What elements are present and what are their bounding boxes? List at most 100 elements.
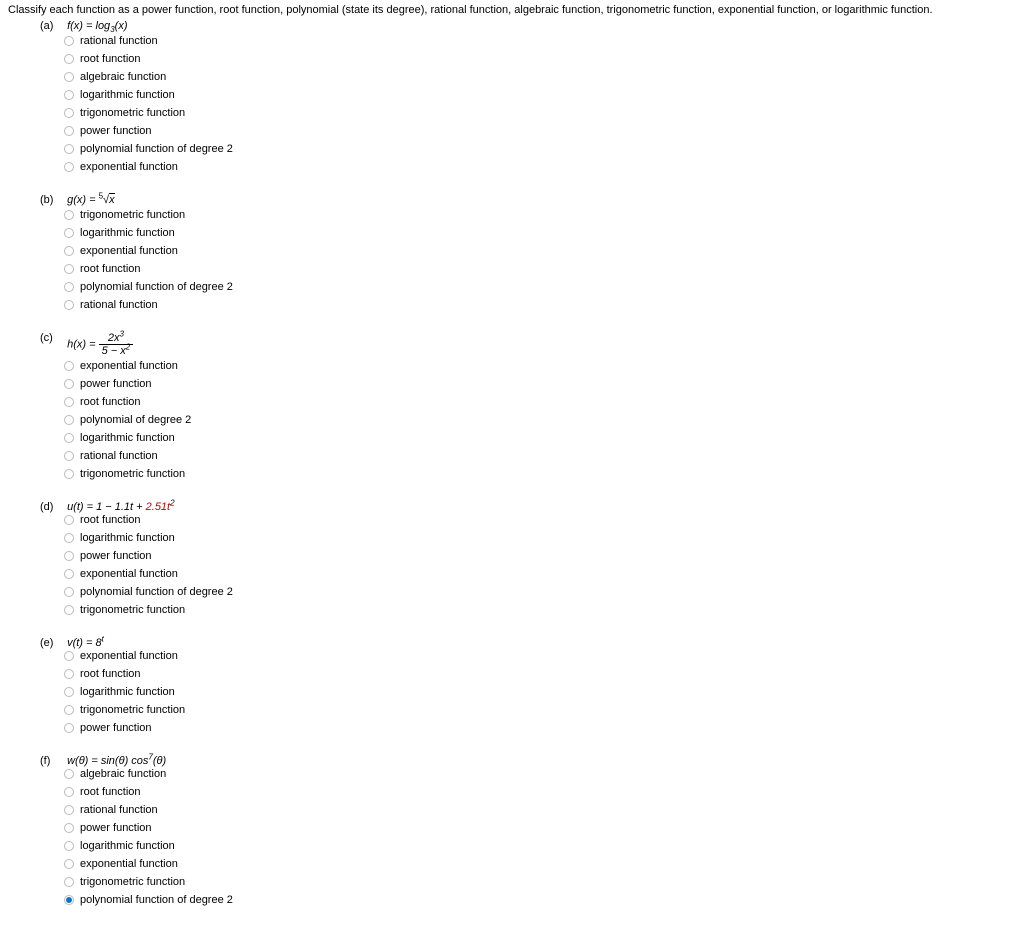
option-row[interactable]: algebraic function [64, 765, 1016, 783]
radio-icon[interactable] [64, 90, 74, 100]
option-row[interactable]: root function [64, 783, 1016, 801]
option-row[interactable]: exponential function [64, 242, 1016, 260]
radio-icon[interactable] [64, 787, 74, 797]
question-c-options: exponential functionpower functionroot f… [64, 357, 1016, 483]
option-row[interactable]: rational function [64, 32, 1016, 50]
radio-icon[interactable] [64, 162, 74, 172]
option-row[interactable]: polynomial function of degree 2 [64, 278, 1016, 296]
option-row[interactable]: polynomial function of degree 2 [64, 140, 1016, 158]
option-row[interactable]: exponential function [64, 647, 1016, 665]
option-label: trigonometric function [80, 873, 185, 891]
question-a-label: (a) [40, 20, 64, 32]
option-row[interactable]: algebraic function [64, 68, 1016, 86]
radio-icon[interactable] [64, 126, 74, 136]
radio-icon[interactable] [64, 587, 74, 597]
option-row[interactable]: exponential function [64, 158, 1016, 176]
option-row[interactable]: root function [64, 260, 1016, 278]
radio-icon[interactable] [64, 669, 74, 679]
option-row[interactable]: trigonometric function [64, 601, 1016, 619]
radio-icon[interactable] [64, 823, 74, 833]
option-row[interactable]: power function [64, 719, 1016, 737]
option-row[interactable]: logarithmic function [64, 837, 1016, 855]
radio-icon[interactable] [64, 723, 74, 733]
option-row[interactable]: exponential function [64, 565, 1016, 583]
option-row[interactable]: logarithmic function [64, 86, 1016, 104]
question-f: (f) w(θ) = sin(θ) cos7(θ) algebraic func… [40, 755, 1016, 909]
option-label: rational function [80, 296, 158, 314]
option-row[interactable]: logarithmic function [64, 429, 1016, 447]
radio-icon[interactable] [64, 515, 74, 525]
radio-icon[interactable] [64, 533, 74, 543]
option-row[interactable]: rational function [64, 296, 1016, 314]
option-row[interactable]: logarithmic function [64, 529, 1016, 547]
radio-icon[interactable] [64, 246, 74, 256]
option-row[interactable]: trigonometric function [64, 701, 1016, 719]
radio-icon[interactable] [64, 877, 74, 887]
question-b-label: (b) [40, 194, 64, 206]
option-row[interactable]: logarithmic function [64, 683, 1016, 701]
radio-icon[interactable] [64, 895, 74, 905]
radio-icon[interactable] [64, 264, 74, 274]
option-row[interactable]: polynomial function of degree 2 [64, 891, 1016, 909]
option-row[interactable]: power function [64, 547, 1016, 565]
radio-icon[interactable] [64, 36, 74, 46]
radio-icon[interactable] [64, 605, 74, 615]
radio-icon[interactable] [64, 361, 74, 371]
option-label: exponential function [80, 158, 178, 176]
radio-icon[interactable] [64, 210, 74, 220]
option-label: trigonometric function [80, 601, 185, 619]
option-row[interactable]: exponential function [64, 357, 1016, 375]
option-row[interactable]: polynomial function of degree 2 [64, 583, 1016, 601]
radio-icon[interactable] [64, 108, 74, 118]
option-label: root function [80, 393, 141, 411]
option-row[interactable]: rational function [64, 447, 1016, 465]
radio-icon[interactable] [64, 551, 74, 561]
option-label: root function [80, 50, 141, 68]
radio-icon[interactable] [64, 433, 74, 443]
radio-icon[interactable] [64, 805, 74, 815]
radio-icon[interactable] [64, 72, 74, 82]
radio-icon[interactable] [64, 841, 74, 851]
option-row[interactable]: trigonometric function [64, 465, 1016, 483]
radio-icon[interactable] [64, 144, 74, 154]
option-row[interactable]: root function [64, 511, 1016, 529]
radio-icon[interactable] [64, 282, 74, 292]
radio-icon[interactable] [64, 54, 74, 64]
radio-icon[interactable] [64, 379, 74, 389]
option-row[interactable]: power function [64, 122, 1016, 140]
option-label: power function [80, 375, 152, 393]
option-label: root function [80, 260, 141, 278]
question-d-label: (d) [40, 501, 64, 513]
question-a-formula: f(x) = log3(x) [67, 20, 127, 32]
radio-icon[interactable] [64, 769, 74, 779]
option-row[interactable]: trigonometric function [64, 104, 1016, 122]
option-row[interactable]: root function [64, 393, 1016, 411]
radio-icon[interactable] [64, 651, 74, 661]
radio-icon[interactable] [64, 415, 74, 425]
option-row[interactable]: polynomial of degree 2 [64, 411, 1016, 429]
radio-icon[interactable] [64, 228, 74, 238]
option-label: logarithmic function [80, 224, 175, 242]
radio-icon[interactable] [64, 687, 74, 697]
option-row[interactable]: root function [64, 50, 1016, 68]
radio-icon[interactable] [64, 469, 74, 479]
option-row[interactable]: trigonometric function [64, 873, 1016, 891]
radio-icon[interactable] [64, 300, 74, 310]
option-row[interactable]: root function [64, 665, 1016, 683]
option-row[interactable]: power function [64, 375, 1016, 393]
radio-icon[interactable] [64, 705, 74, 715]
radio-icon[interactable] [64, 859, 74, 869]
option-label: exponential function [80, 357, 178, 375]
option-row[interactable]: trigonometric function [64, 206, 1016, 224]
option-label: polynomial function of degree 2 [80, 278, 233, 296]
option-row[interactable]: logarithmic function [64, 224, 1016, 242]
radio-icon[interactable] [64, 569, 74, 579]
option-row[interactable]: power function [64, 819, 1016, 837]
option-label: power function [80, 819, 152, 837]
radio-icon[interactable] [64, 451, 74, 461]
radio-icon[interactable] [64, 397, 74, 407]
option-label: trigonometric function [80, 104, 185, 122]
option-label: root function [80, 783, 141, 801]
option-row[interactable]: exponential function [64, 855, 1016, 873]
question-f-options: algebraic functionroot functionrational … [64, 765, 1016, 909]
